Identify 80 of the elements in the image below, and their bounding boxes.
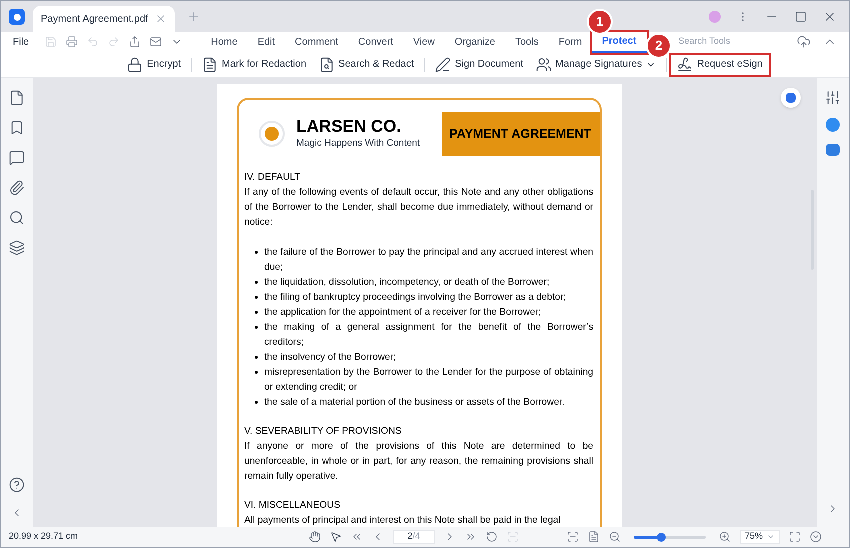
section-heading: V. SEVERABILITY OF PROVISIONS xyxy=(244,425,403,439)
page-view-icon[interactable] xyxy=(588,531,600,543)
list-item: the sale of a material portion of the business or assets of the Borrower. xyxy=(264,396,565,410)
zoom-slider-thumb[interactable] xyxy=(657,532,666,542)
tagline: Magic Happens With Content xyxy=(296,136,420,151)
sliders-icon[interactable] xyxy=(825,90,841,106)
list-item: the application for the appointment of a receiver for the Borrower; xyxy=(264,306,542,320)
company-name: LARSEN CO. xyxy=(296,116,402,137)
zoom-dropdown[interactable]: 75% xyxy=(740,530,780,544)
menu-tab[interactable]: Form xyxy=(548,32,592,52)
search-icon[interactable] xyxy=(9,210,25,226)
close-icon[interactable] xyxy=(823,10,837,24)
list-item: the liquidation, dissolution, incompetency, or death of the Borrower; xyxy=(264,276,550,290)
menu-tab[interactable]: Protect xyxy=(592,32,647,52)
list-item: the failure of the Borrower to pay the principal and any accrued interest when due; xyxy=(264,246,594,275)
bullet-icon xyxy=(254,401,258,404)
layers-icon[interactable] xyxy=(9,240,25,256)
close-icon[interactable] xyxy=(155,13,167,25)
page-icon[interactable] xyxy=(9,90,25,106)
comment-icon[interactable] xyxy=(9,150,25,166)
list-item: the filing of bankruptcy proceedings involving the Borrower as a debtor; xyxy=(264,291,566,305)
page-size: 20.99 x 29.71 cm xyxy=(9,530,80,544)
bullet-icon xyxy=(254,326,258,329)
bullet-icon xyxy=(254,251,258,254)
zoom-out-icon[interactable] xyxy=(609,531,621,543)
signatures-icon xyxy=(536,56,552,72)
paragraph: If any of the following events of default occur, this Note and any other obligations of the Borrower to the Lender, shall become due immediately, without demand or notice: xyxy=(244,186,594,230)
share-icon[interactable] xyxy=(129,36,142,48)
menu-tab[interactable]: Tools xyxy=(506,32,549,52)
caret-icon xyxy=(767,533,775,541)
first-page-icon[interactable] xyxy=(351,531,363,543)
toolbar-button[interactable]: Mark for Redaction xyxy=(196,54,313,74)
app-logo-icon xyxy=(9,9,25,25)
bullet-icon xyxy=(254,296,258,299)
last-page-icon[interactable] xyxy=(465,531,477,543)
document-tab[interactable]: Payment Agreement.pdf xyxy=(33,6,175,32)
section-heading: IV. DEFAULT xyxy=(244,171,302,185)
fit-icon[interactable] xyxy=(567,531,579,543)
maximize-icon[interactable] xyxy=(795,11,807,23)
bullet-icon xyxy=(254,311,258,314)
logo-icon xyxy=(258,121,284,147)
menu-tab[interactable]: Organize xyxy=(444,32,506,52)
page-number-field[interactable]: 2/4 xyxy=(393,530,435,544)
attachment-icon[interactable] xyxy=(9,180,25,196)
fullscreen-icon[interactable] xyxy=(789,531,801,543)
menu-tab[interactable]: View xyxy=(403,32,445,52)
bullet-icon xyxy=(254,356,258,359)
menu-tab[interactable]: Comment xyxy=(285,32,348,52)
document-icon xyxy=(202,56,218,72)
select-icon[interactable] xyxy=(330,531,342,543)
zoom-in-icon[interactable] xyxy=(719,531,731,543)
rotate-icon[interactable] xyxy=(486,531,498,543)
toolbar-button[interactable]: Sign Document xyxy=(429,54,530,74)
mail-icon[interactable] xyxy=(150,36,162,48)
paragraph: If anyone or more of the provisions of this Note are determined to be unenforceable, in whole or in part, for any reason, the remaining provisions shall remain fully operative. xyxy=(244,440,594,484)
document-search-icon xyxy=(318,56,335,72)
help-icon[interactable] xyxy=(9,477,25,493)
list-item: the insolvency of the Borrower; xyxy=(264,351,396,365)
section-heading: VI. MISCELLANEOUS xyxy=(244,499,342,513)
bookmark-icon[interactable] xyxy=(9,120,25,136)
menu-tab[interactable]: Convert xyxy=(348,32,404,52)
paragraph: All payments of principal and interest on this Note shall be paid in the legal xyxy=(244,514,562,527)
toolbar-button[interactable]: Encrypt xyxy=(121,54,188,74)
print-icon[interactable] xyxy=(66,36,78,48)
file-menu[interactable]: File xyxy=(13,34,30,50)
title-banner: PAYMENT AGREEMENT xyxy=(442,112,600,156)
menu-tab[interactable]: Home xyxy=(201,32,248,52)
toolbar-button[interactable]: Search & Redact xyxy=(312,54,420,74)
lock-icon xyxy=(127,56,144,72)
toolbar-button[interactable]: Request eSign xyxy=(671,54,769,74)
menu-tab[interactable]: Edit xyxy=(248,32,286,52)
bullet-icon xyxy=(254,281,258,284)
upload-icon[interactable] xyxy=(797,35,811,49)
bullet-icon xyxy=(254,371,258,374)
pen-icon xyxy=(435,56,452,72)
search-field[interactable]: Search Tools xyxy=(678,35,749,49)
list-item: the making of a general assignment for the benefit of the Borrower’s creditors; xyxy=(264,321,594,350)
more-options-icon[interactable] xyxy=(810,531,822,543)
hand-icon[interactable] xyxy=(309,531,321,543)
signature-icon xyxy=(677,56,694,72)
